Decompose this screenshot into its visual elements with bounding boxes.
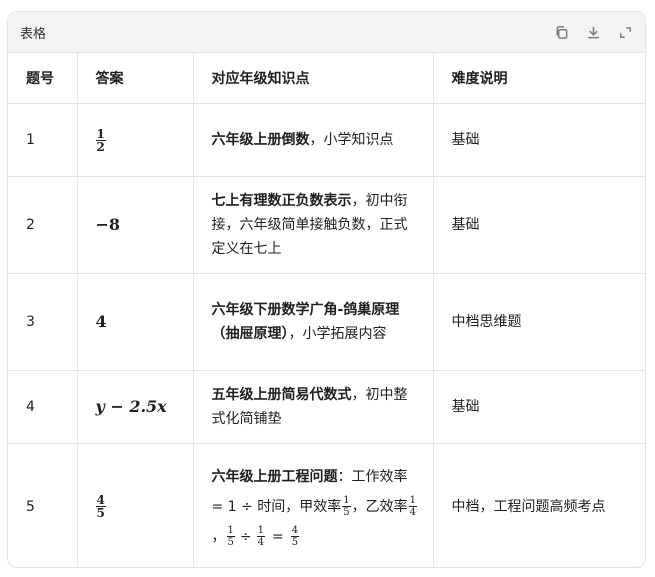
row-topic: 六年级上册倒数，小学知识点 [193,103,434,177]
row-difficulty: 中档，工程问题高频考点 [451,498,606,515]
fraction: 15 [226,525,235,549]
row-topic: 七上有理数正负数表示，初中衔接，六年级简单接触负数，正式定义在七上 [193,176,434,274]
row-answer: y − 2.5x [77,370,194,444]
row-difficulty: 中档思维题 [433,273,645,371]
row-topic: 六年级下册数学广角-鸽巢原理（抽屉原理），小学拓展内容 [193,273,434,371]
row-topic: 六年级上册工程问题：工作效率 = 1 ÷ 时间，甲效率 1 5 ，乙效率 1 4， 1 5 ÷ 1… [193,443,434,567]
fraction: 14 [408,495,417,519]
row-num: 5 [8,443,78,567]
copy-icon[interactable] [553,24,569,40]
table-row: 2 −8 七上有理数正负数表示，初中衔接，六年级简单接触负数，正式定义在七上 基… [8,176,645,274]
row-num: 2 [8,176,78,274]
row-answer: 45 [77,443,194,567]
row-num: 4 [8,370,78,444]
card-header: 表格 [8,12,645,53]
row-answer: 12 [77,103,194,177]
answer-fraction: 45 [95,493,106,521]
table-row: 3 4 六年级下册数学广角-鸽巢原理（抽屉原理），小学拓展内容 中档思维题 [8,273,645,371]
expand-icon[interactable] [617,24,633,40]
row-answer: −8 [77,176,194,274]
table-header-row: 题号 答案 对应年级知识点 难度说明 [8,53,645,104]
row-topic: 五年级上册简易代数式，初中整式化简铺垫 [193,370,434,444]
row-difficulty: 基础 [433,176,645,274]
table-row: 1 12 六年级上册倒数，小学知识点 基础 [8,103,645,177]
row-num: 3 [8,273,78,371]
table-row: 4 y − 2.5x 五年级上册简易代数式，初中整式化简铺垫 基础 [8,370,645,444]
fraction: 14 [256,525,265,549]
header-answer: 答案 [77,53,194,104]
download-icon[interactable] [585,24,601,40]
table-row: 5 45 六年级上册工程问题：工作效率 = 1 ÷ 时间，甲效率 1 5 ，乙效率 1 4… [8,443,645,567]
answer-fraction: 12 [95,126,106,154]
row-difficulty: 基础 [433,370,645,444]
knowledge-table: 题号 答案 对应年级知识点 难度说明 1 12 六年级上册倒数，小学知识点 基础… [8,53,645,567]
fraction: 45 [290,525,300,549]
card-actions [553,24,633,40]
card-title: 表格 [20,26,47,42]
header-difficulty: 难度说明 [433,53,645,104]
header-topic: 对应年级知识点 [193,53,434,104]
row-num: 1 [8,103,78,177]
row-answer: 4 [77,273,194,371]
header-num: 题号 [8,53,78,104]
fraction: 15 [342,495,351,519]
table-card: 表格 题号 答案 对应年级知识点 难度说明 1 1 2 六年级上册倒数，小学知识… [7,11,646,568]
row-difficulty: 基础 [433,103,645,177]
